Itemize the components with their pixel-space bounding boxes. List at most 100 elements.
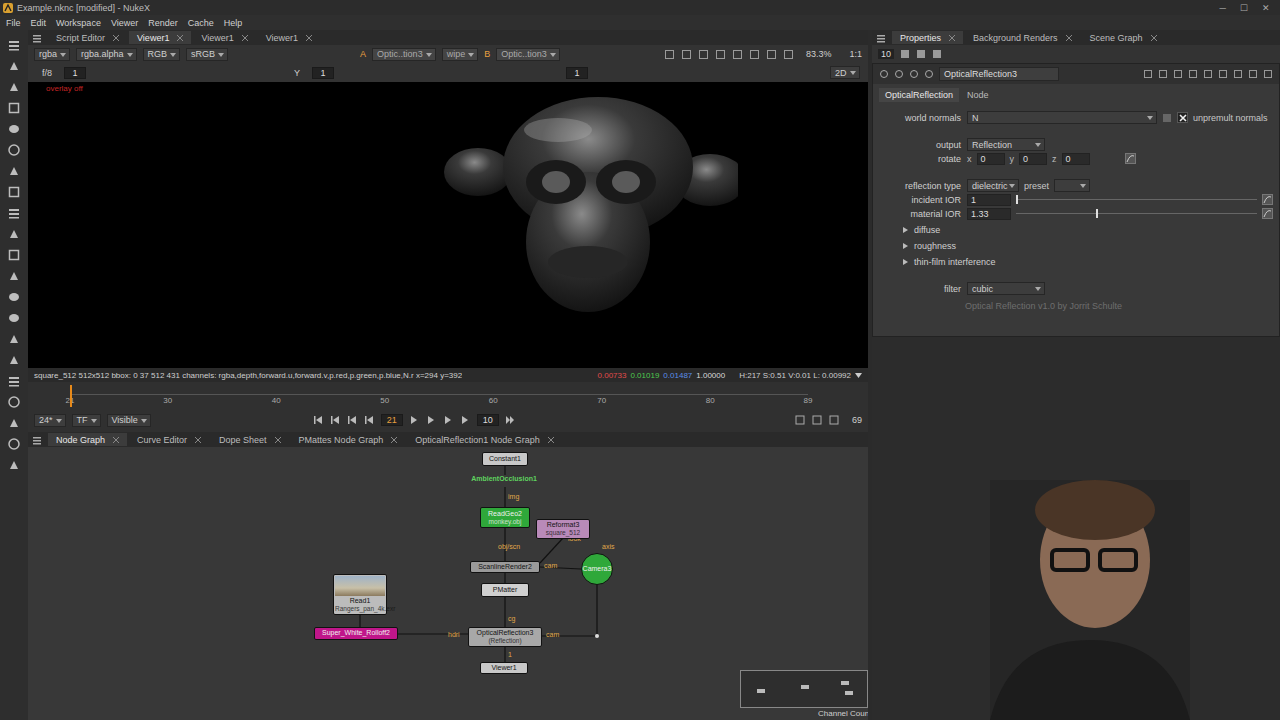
node[interactable]: Constant1 <box>482 452 528 466</box>
fork-icon[interactable] <box>7 458 21 472</box>
channel-dropdown[interactable]: N <box>967 111 1157 124</box>
node-option-icon[interactable] <box>894 69 904 79</box>
param-group[interactable]: roughness <box>873 239 1279 252</box>
animation-icon[interactable] <box>1262 194 1273 205</box>
header-button-icon[interactable] <box>1263 69 1273 79</box>
viewer-tab[interactable]: Viewer1 <box>193 31 255 44</box>
header-button-icon[interactable] <box>1218 69 1228 79</box>
node-option-icon[interactable] <box>879 69 889 79</box>
brush-icon[interactable] <box>7 164 21 178</box>
playback-forward-icon[interactable] <box>443 415 454 425</box>
node-option-icon[interactable] <box>924 69 934 79</box>
number-field[interactable]: 0 <box>1062 153 1090 165</box>
link-icon[interactable] <box>1162 113 1172 123</box>
brush2-icon[interactable] <box>7 332 21 346</box>
clock-icon[interactable] <box>7 80 21 94</box>
expand-icon[interactable] <box>903 259 908 265</box>
node[interactable]: ScanlineRender2 <box>470 561 540 573</box>
node-graph[interactable]: imgobj/scncamlookaxiscghdricam1 Constant… <box>28 447 868 720</box>
playback-option-icon[interactable] <box>829 415 840 425</box>
current-frame-field[interactable]: 21 <box>381 414 403 426</box>
toolbar-icon[interactable] <box>916 49 926 59</box>
playback-forward-icon[interactable] <box>460 415 471 425</box>
header-button-icon[interactable] <box>1203 69 1213 79</box>
end-frame[interactable]: 69 <box>846 415 868 425</box>
range-dropdown[interactable]: Visible <box>107 414 151 427</box>
playback-option-icon[interactable] <box>812 415 823 425</box>
graph-tab[interactable]: OpticalReflection1 Node Graph <box>407 433 562 446</box>
window-control-button[interactable]: ☐ <box>1240 3 1248 13</box>
dropdown[interactable]: Reflection <box>967 138 1045 151</box>
node-tab[interactable]: OpticalReflection <box>879 88 959 102</box>
close-icon[interactable] <box>949 35 955 41</box>
menu-item[interactable]: Edit <box>31 18 47 28</box>
viewer-option-icon[interactable] <box>749 49 760 60</box>
close-icon[interactable] <box>1151 35 1157 41</box>
param-group[interactable]: diffuse <box>873 223 1279 236</box>
node[interactable]: Super_White_Rolloff2 <box>314 627 398 640</box>
move-icon[interactable] <box>7 227 21 241</box>
proxy-ratio[interactable]: 1:1 <box>843 49 868 59</box>
preset-dropdown[interactable] <box>1054 179 1090 192</box>
number-field[interactable]: 0 <box>1019 153 1047 165</box>
menu-item[interactable]: Viewer <box>111 18 138 28</box>
node[interactable]: PMatter <box>481 583 529 597</box>
max-panels-field[interactable]: 10 <box>878 49 894 59</box>
panel-menu-icon[interactable] <box>876 33 886 43</box>
gamma-field[interactable]: 1 <box>312 67 334 79</box>
menu-item[interactable]: Workspace <box>56 18 101 28</box>
close-icon[interactable] <box>242 35 248 41</box>
close-icon[interactable] <box>195 437 201 443</box>
viewer-tab[interactable]: Viewer1 <box>129 31 191 44</box>
graph-tab[interactable]: Node Graph <box>48 433 127 446</box>
close-icon[interactable] <box>275 437 281 443</box>
menu-item[interactable]: Cache <box>188 18 214 28</box>
frame-step-field[interactable]: 10 <box>477 414 499 426</box>
animation-icon[interactable] <box>1262 208 1273 219</box>
graph-tab[interactable]: PMattes Node Graph <box>291 433 406 446</box>
playback-forward-icon[interactable] <box>426 415 437 425</box>
node[interactable]: OpticalReflection3 (Reflection) <box>468 627 542 647</box>
bars-icon[interactable] <box>7 38 21 52</box>
alpha-dropdown[interactable]: rgba.alpha <box>76 48 137 61</box>
number-field[interactable]: 1 <box>967 194 1011 206</box>
close-icon[interactable] <box>1066 35 1072 41</box>
node[interactable]: Viewer1 <box>480 662 528 674</box>
graph-tab[interactable]: Curve Editor <box>129 433 209 446</box>
dropdown[interactable]: dielectric <box>967 179 1019 192</box>
input-a-dropdown[interactable]: Optic..tion3 <box>372 48 436 61</box>
window-control-button[interactable]: ✕ <box>1262 3 1270 13</box>
fstop-label[interactable]: f/8 <box>36 68 58 78</box>
fps-dropdown[interactable]: 24* <box>34 414 66 427</box>
playback-back-icon[interactable] <box>313 415 324 425</box>
grid-icon[interactable] <box>7 101 21 115</box>
panel-menu-icon[interactable] <box>32 33 42 43</box>
menu-item[interactable]: File <box>6 18 21 28</box>
playback-back-icon[interactable] <box>347 415 358 425</box>
playback-option-icon[interactable] <box>795 415 806 425</box>
number-field[interactable]: 0 <box>977 153 1005 165</box>
close-icon[interactable] <box>113 437 119 443</box>
wipe-dropdown[interactable]: wipe <box>442 48 479 61</box>
node-option-icon[interactable] <box>909 69 919 79</box>
playback-back-icon[interactable] <box>364 415 375 425</box>
globe-icon[interactable] <box>7 437 21 451</box>
header-button-icon[interactable] <box>1173 69 1183 79</box>
viewer-option-icon[interactable] <box>681 49 692 60</box>
viewer-canvas[interactable]: overlay off <box>28 82 868 368</box>
viewer-option-icon[interactable] <box>715 49 726 60</box>
header-button-icon[interactable] <box>1248 69 1258 79</box>
viewer-option-icon[interactable] <box>664 49 675 60</box>
toolbar-icon[interactable] <box>932 49 942 59</box>
info-icon[interactable] <box>7 290 21 304</box>
graph-tab[interactable]: Dope Sheet <box>211 433 289 446</box>
timecode-dropdown[interactable]: TF <box>72 414 101 427</box>
lut-dropdown[interactable]: sRGB <box>186 48 228 61</box>
stack-icon[interactable] <box>7 206 21 220</box>
viewer-option-icon[interactable] <box>783 49 794 60</box>
slider[interactable] <box>1016 208 1257 219</box>
expand-icon[interactable] <box>903 227 908 233</box>
key-icon[interactable] <box>7 353 21 367</box>
dropdown[interactable]: cubic <box>967 282 1045 295</box>
node-name-field[interactable]: OpticalReflection3 <box>939 67 1059 81</box>
